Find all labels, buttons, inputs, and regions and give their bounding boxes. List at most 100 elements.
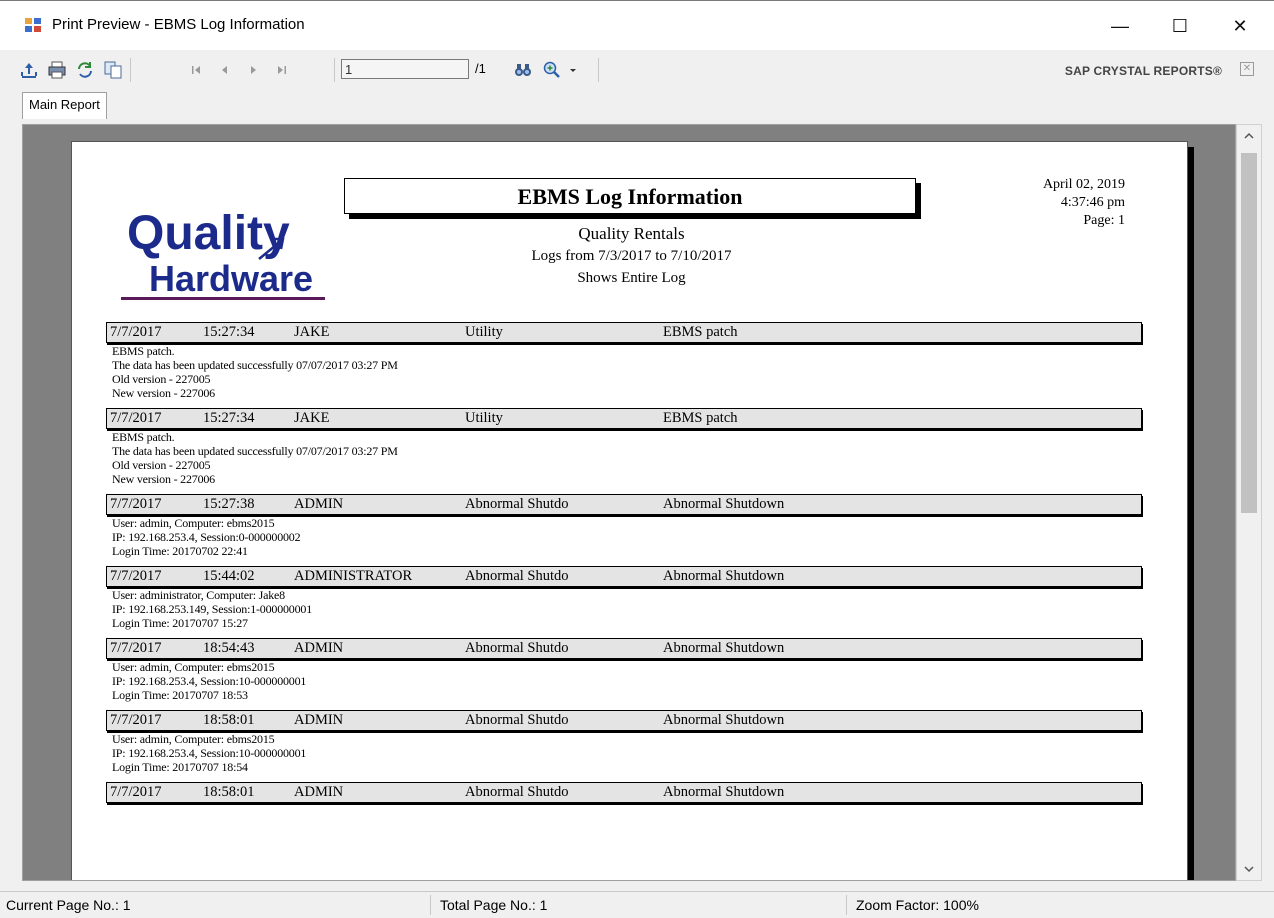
log-entry-header: 7/7/2017 15:27:34 JAKE Utility EBMS patch xyxy=(106,408,1142,429)
copy-icon[interactable] xyxy=(102,59,124,81)
status-bar: Current Page No.: 1 Total Page No.: 1 Zo… xyxy=(0,891,1274,918)
tab-row: Main Report xyxy=(0,90,1274,124)
log-entry-time: 15:27:38 xyxy=(203,496,255,512)
maximize-button[interactable]: ☐ xyxy=(1150,1,1210,51)
log-entry-date: 7/7/2017 xyxy=(110,784,162,800)
current-page-status: Current Page No.: 1 xyxy=(6,897,131,913)
tab-main-report[interactable]: Main Report xyxy=(22,92,107,119)
log-entry-module: Abnormal Shutdo xyxy=(465,640,569,656)
scroll-thumb[interactable] xyxy=(1241,153,1257,513)
log-entry-module: Utility xyxy=(465,324,503,340)
log-entry-detail: EBMS patch. xyxy=(112,430,175,444)
export-icon[interactable] xyxy=(18,59,40,81)
log-entry-module: Abnormal Shutdo xyxy=(465,712,569,728)
company-logo: Quality Hardware xyxy=(109,179,341,309)
log-entry-date: 7/7/2017 xyxy=(110,712,162,728)
log-entry-detail: IP: 192.168.253.4, Session:10-000000001 xyxy=(112,674,307,688)
log-entry-user: ADMIN xyxy=(294,712,344,728)
log-entry-detail: New version - 227006 xyxy=(112,472,215,486)
log-entry-user: ADMIN xyxy=(294,496,344,512)
prev-page-icon[interactable] xyxy=(214,59,236,81)
log-entry-event: Abnormal Shutdown xyxy=(663,784,785,800)
log-entry-event: Abnormal Shutdown xyxy=(663,640,785,656)
vertical-scrollbar[interactable] xyxy=(1236,124,1262,881)
minimize-button[interactable]: — xyxy=(1090,1,1150,51)
log-entry-event: Abnormal Shutdown xyxy=(663,712,785,728)
log-entry-module: Abnormal Shutdo xyxy=(465,784,569,800)
app-icon xyxy=(24,16,42,34)
log-entry-detail: User: admin, Computer: ebms2015 xyxy=(112,516,275,530)
company-name: Quality Rentals xyxy=(578,224,685,243)
log-entry-time: 15:27:34 xyxy=(203,324,255,340)
log-entry-time: 15:27:34 xyxy=(203,410,255,426)
window-title: Print Preview - EBMS Log Information xyxy=(52,16,305,33)
log-entry-header: 7/7/2017 15:44:02 ADMINISTRATOR Abnormal Sh… xyxy=(106,566,1142,587)
log-entry-user: JAKE xyxy=(294,410,330,426)
log-entry-date: 7/7/2017 xyxy=(110,324,162,340)
log-entry-header: 7/7/2017 18:54:43 ADMIN Abnormal Shutdo Abno… xyxy=(106,638,1142,659)
report-viewer[interactable]: Quality Hardware EBMS Log Information Qu… xyxy=(22,124,1236,881)
log-entry-detail: The data has been updated successfully 0… xyxy=(112,444,398,458)
log-entry-time: 18:58:01 xyxy=(203,784,255,800)
log-entry-detail: Login Time: 20170707 18:53 xyxy=(112,688,248,702)
log-entry-header: 7/7/2017 18:58:01 ADMIN Abnormal Shutdo Abno… xyxy=(106,710,1142,731)
logo-line2: Hardware xyxy=(149,258,313,299)
log-entry-header: 7/7/2017 18:58:01 ADMIN Abnormal Shutdo Abno… xyxy=(106,782,1142,803)
total-page-status: Total Page No.: 1 xyxy=(440,897,548,913)
report-title-box: EBMS Log Information xyxy=(344,178,916,214)
print-icon[interactable] xyxy=(46,59,68,81)
log-entry-detail: IP: 192.168.253.4, Session:10-000000001 xyxy=(112,746,307,760)
log-entry-event: Abnormal Shutdown xyxy=(663,496,785,512)
log-entry-detail: IP: 192.168.253.4, Session:0-000000002 xyxy=(112,530,301,544)
log-entry-time: 18:54:43 xyxy=(203,640,255,656)
print-date: April 02, 2019 xyxy=(1042,177,1125,192)
close-brand-icon[interactable]: ✕ xyxy=(1240,62,1254,76)
log-entry-date: 7/7/2017 xyxy=(110,568,162,584)
zoom-icon[interactable] xyxy=(541,59,563,81)
log-entry-module: Abnormal Shutdo xyxy=(465,568,569,584)
page-total-label: /1 xyxy=(475,61,486,76)
zoom-dropdown-icon[interactable] xyxy=(566,59,580,81)
scroll-down-icon[interactable] xyxy=(1237,858,1261,880)
log-entry-user: ADMIN xyxy=(294,640,344,656)
toolbar: /1 SAP CRYSTAL REPORTS® ✕ xyxy=(0,50,1274,90)
log-entry-detail: Login Time: 20170707 18:54 xyxy=(112,760,248,774)
log-entry-detail: Login Time: 20170702 22:41 xyxy=(112,544,248,558)
report-page: Quality Hardware EBMS Log Information Qu… xyxy=(71,141,1188,880)
log-entry-detail: User: admin, Computer: ebms2015 xyxy=(112,732,275,746)
scroll-up-icon[interactable] xyxy=(1237,125,1261,147)
log-entry-detail: IP: 192.168.253.149, Session:1-000000001 xyxy=(112,602,313,616)
log-entry-date: 7/7/2017 xyxy=(110,410,162,426)
log-entry-event: EBMS patch xyxy=(663,410,738,426)
log-entry-module: Utility xyxy=(465,410,503,426)
log-entry-time: 18:58:01 xyxy=(203,712,255,728)
last-page-icon[interactable] xyxy=(270,59,292,81)
log-entry-date: 7/7/2017 xyxy=(110,496,162,512)
log-entry-detail: Old version - 227005 xyxy=(112,458,211,472)
close-button[interactable]: ✕ xyxy=(1210,1,1270,51)
log-entry-event: EBMS patch xyxy=(663,324,738,340)
log-entry-module: Abnormal Shutdo xyxy=(465,496,569,512)
log-entry-date: 7/7/2017 xyxy=(110,640,162,656)
find-icon[interactable] xyxy=(512,59,534,81)
log-entry-detail: Old version - 227005 xyxy=(112,372,211,386)
title-bar: Print Preview - EBMS Log Information — ☐… xyxy=(0,0,1274,50)
log-entry-detail: The data has been updated successfully 0… xyxy=(112,358,398,372)
next-page-icon[interactable] xyxy=(242,59,264,81)
log-entry-event: Abnormal Shutdown xyxy=(663,568,785,584)
report-title: EBMS Log Information xyxy=(517,184,743,209)
log-range: Logs from 7/3/2017 to 7/10/2017 xyxy=(531,248,732,264)
first-page-icon[interactable] xyxy=(186,59,208,81)
page-number-input[interactable] xyxy=(341,59,469,79)
log-entry-detail: Login Time: 20170707 15:27 xyxy=(112,616,248,630)
page-number: Page: 1 xyxy=(1083,213,1125,228)
log-entry-user: ADMIN xyxy=(294,784,344,800)
log-entry-header: 7/7/2017 15:27:38 ADMIN Abnormal Shutdo Abno… xyxy=(106,494,1142,515)
log-entry-detail: New version - 227006 xyxy=(112,386,215,400)
refresh-icon[interactable] xyxy=(74,59,96,81)
log-entry-user: ADMINISTRATOR xyxy=(294,568,413,584)
log-entry-time: 15:44:02 xyxy=(203,568,255,584)
crystal-reports-brand: SAP CRYSTAL REPORTS® xyxy=(1064,64,1222,78)
log-scope: Shows Entire Log xyxy=(577,270,686,286)
zoom-status: Zoom Factor: 100% xyxy=(856,897,979,913)
